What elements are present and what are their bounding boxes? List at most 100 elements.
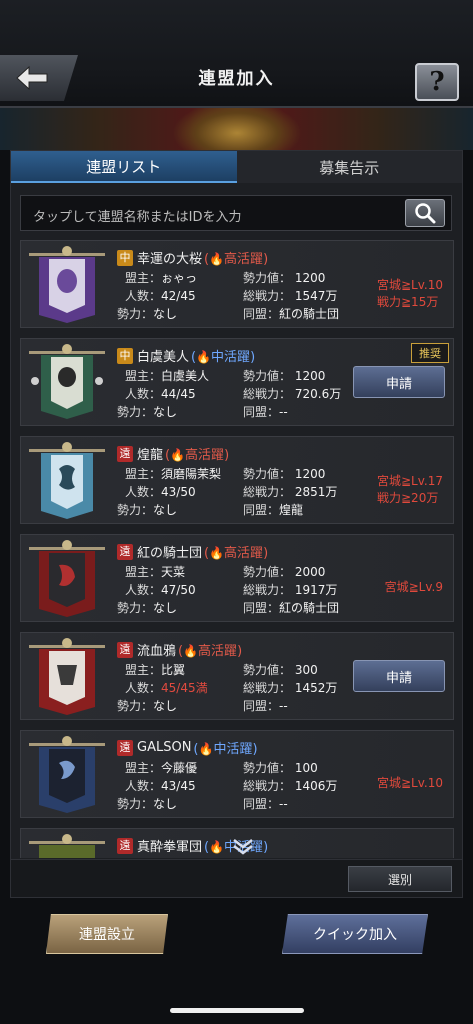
tab-recruitment[interactable]: 募集告示 — [236, 151, 462, 183]
alliance-card[interactable]: 遠 流血鴉 (🔥高活躍) 盟主：比翼 人数：45/45満 勢力：なし 勢力値： … — [20, 632, 454, 720]
alliance-name: 白虞美人 — [137, 350, 190, 365]
alliance-flag-icon — [29, 442, 105, 519]
search-placeholder: タップして連盟名称またはIDを入力 — [33, 210, 242, 225]
alliance-name-row: 遠 煌龍 (🔥高活躍) — [117, 444, 229, 463]
alliance-name: 幸運の大桜 — [137, 252, 203, 267]
requirements: 宮城≧Lv.10 戦力≧15万 — [377, 278, 443, 309]
power-info: 勢力値： 1200 — [243, 271, 326, 285]
recommended-badge: 推奨 — [411, 343, 449, 363]
power-info: 勢力値： 300 — [243, 663, 318, 677]
help-button[interactable]: ? — [415, 63, 459, 101]
region-tag: 中 — [117, 249, 133, 266]
force-info: 勢力：なし — [117, 601, 178, 615]
ally-info: 同盟：-- — [243, 797, 288, 811]
top-bar: 連盟加入 ? — [0, 0, 473, 108]
leader-info: 盟主：白虞美人 — [125, 369, 210, 383]
members-info: 人数：43/45 — [125, 779, 196, 793]
leader-info: 盟主：ぉゃっ — [125, 271, 198, 285]
region-tag: 遠 — [117, 739, 133, 756]
total-power-info: 総戦力： 2851万 — [243, 485, 338, 499]
home-indicator[interactable] — [170, 1008, 304, 1013]
power-info: 勢力値： 1200 — [243, 369, 326, 383]
alliance-card[interactable]: 遠 煌龍 (🔥高活躍) 盟主：須磨陽茉梨 人数：43/50 勢力：なし 勢力値：… — [20, 436, 454, 524]
leader-info: 盟主：比翼 — [125, 663, 186, 677]
members-info: 人数：44/45 — [125, 387, 196, 401]
ally-info: 同盟：-- — [243, 699, 288, 713]
alliance-name: 真酔拳軍団 — [137, 840, 203, 855]
requirements: 宮城≧Lv.10 — [377, 776, 443, 790]
alliance-flag-icon — [29, 246, 105, 323]
alliance-card[interactable]: 遠 紅の騎士団 (🔥高活躍) 盟主：天菜 人数：47/50 勢力：なし 勢力値：… — [20, 534, 454, 622]
page-title: 連盟加入 — [198, 69, 275, 89]
force-info: 勢力：なし — [117, 405, 178, 419]
alliance-name: GALSON — [137, 740, 192, 755]
force-info: 勢力：なし — [117, 797, 178, 811]
alliance-name: 流血鴉 — [137, 644, 177, 659]
alliance-name-row: 中 白虞美人 (🔥中活躍) — [117, 346, 255, 365]
search-icon — [415, 203, 436, 224]
search-input[interactable]: タップして連盟名称またはIDを入力 — [20, 195, 452, 231]
activity-label: (🔥中活躍) — [193, 742, 258, 757]
alliance-name: 紅の騎士団 — [137, 546, 203, 561]
quick-join-button[interactable]: クイック加入 — [282, 914, 428, 954]
alliance-flag-icon — [29, 834, 105, 858]
filter-button[interactable]: 選別 — [348, 866, 452, 892]
total-power-info: 総戦力： 1406万 — [243, 779, 338, 793]
alliance-panel: 連盟リスト 募集告示 タップして連盟名称またはIDを入力 中 幸運の大桜 (🔥高… — [10, 150, 463, 898]
region-tag: 中 — [117, 347, 133, 364]
ally-info: 同盟：紅の騎士団 — [243, 307, 340, 321]
alliance-flag-icon — [29, 638, 105, 715]
fire-icon: 🔥 — [209, 546, 225, 560]
region-tag: 遠 — [117, 445, 133, 462]
leader-info: 盟主：須磨陽茉梨 — [125, 467, 222, 481]
alliance-name-row: 遠 GALSON (🔥中活躍) — [117, 738, 258, 757]
total-power-info: 総戦力： 1452万 — [243, 681, 338, 695]
apply-button[interactable]: 申請 — [353, 660, 445, 692]
power-info: 勢力値： 2000 — [243, 565, 326, 579]
activity-label: (🔥中活躍) — [191, 350, 256, 365]
force-info: 勢力：なし — [117, 699, 178, 713]
activity-label: (🔥高活躍) — [204, 252, 269, 267]
fire-icon: 🔥 — [170, 448, 186, 462]
tab-alliance-list[interactable]: 連盟リスト — [11, 151, 237, 183]
alliance-card[interactable]: 中 白虞美人 (🔥中活躍) 推奨 盟主：白虞美人 人数：44/45 勢力：なし … — [20, 338, 454, 426]
bottom-bar: 連盟設立 クイック加入 — [0, 898, 473, 1024]
members-info: 人数：45/45満 — [125, 681, 208, 695]
alliance-card[interactable]: 中 幸運の大桜 (🔥高活躍) 盟主：ぉゃっ 人数：42/45 勢力：なし 勢力値… — [20, 240, 454, 328]
requirements: 宮城≧Lv.17 戦力≧20万 — [377, 474, 443, 505]
members-info: 人数：43/50 — [125, 485, 196, 499]
filter-bar: 選別 — [11, 859, 462, 897]
region-tag: 遠 — [117, 837, 133, 854]
fire-icon: 🔥 — [183, 644, 199, 658]
search-button[interactable] — [405, 199, 445, 227]
alliance-flag-icon — [29, 344, 105, 419]
alliance-name-row: 中 幸運の大桜 (🔥高活躍) — [117, 248, 268, 267]
leader-info: 盟主：今藤優 — [125, 761, 198, 775]
total-power-info: 総戦力： 1917万 — [243, 583, 338, 597]
total-power-info: 総戦力： 720.6万 — [243, 387, 342, 401]
banner-art — [0, 108, 473, 150]
alliance-flag-icon — [29, 736, 105, 813]
power-info: 勢力値： 100 — [243, 761, 318, 775]
leader-info: 盟主：天菜 — [125, 565, 186, 579]
scroll-down-icon[interactable] — [228, 836, 258, 856]
alliance-name-row: 遠 流血鴉 (🔥高活躍) — [117, 640, 242, 659]
total-power-info: 総戦力： 1547万 — [243, 289, 338, 303]
activity-label: (🔥高活躍) — [178, 644, 243, 659]
ally-info: 同盟：煌龍 — [243, 503, 304, 517]
activity-label: (🔥高活躍) — [204, 546, 269, 561]
fire-icon: 🔥 — [198, 742, 214, 756]
tab-bar: 連盟リスト 募集告示 — [11, 151, 462, 183]
alliance-card[interactable]: 遠 GALSON (🔥中活躍) 盟主：今藤優 人数：43/45 勢力：なし 勢力… — [20, 730, 454, 818]
create-alliance-button[interactable]: 連盟設立 — [46, 914, 168, 954]
alliance-name-row: 遠 紅の騎士団 (🔥高活躍) — [117, 542, 268, 561]
requirements: 宮城≧Lv.9 — [384, 580, 443, 594]
fire-icon: 🔥 — [209, 840, 225, 854]
apply-button[interactable]: 申請 — [353, 366, 445, 398]
fire-icon: 🔥 — [209, 252, 225, 266]
fire-icon: 🔥 — [196, 350, 212, 364]
activity-label: (🔥高活躍) — [165, 448, 230, 463]
ally-info: 同盟：紅の騎士団 — [243, 601, 340, 615]
alliance-list: 中 幸運の大桜 (🔥高活躍) 盟主：ぉゃっ 人数：42/45 勢力：なし 勢力値… — [20, 240, 454, 858]
alliance-name: 煌龍 — [137, 448, 164, 463]
